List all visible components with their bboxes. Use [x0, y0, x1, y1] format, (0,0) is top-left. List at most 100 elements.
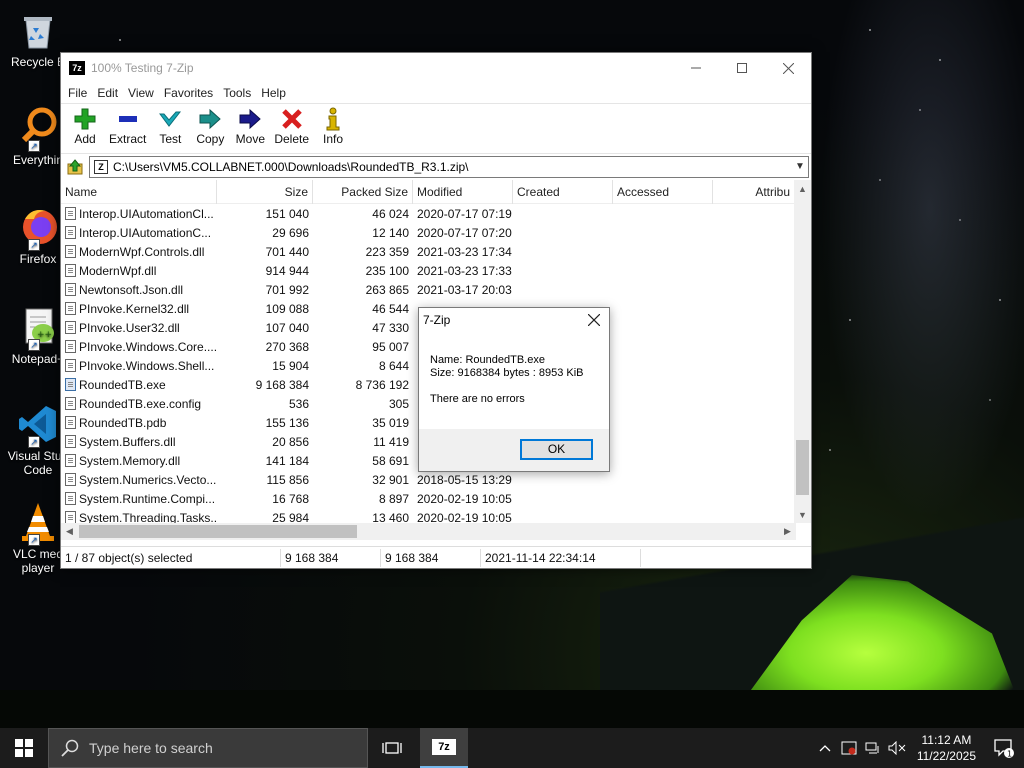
file-icon	[65, 473, 76, 486]
add-button[interactable]: Add	[65, 104, 105, 146]
menu-favorites[interactable]: Favorites	[159, 86, 218, 100]
defender-shield-icon[interactable]	[837, 728, 861, 768]
maximize-button[interactable]	[719, 53, 765, 83]
search-placeholder: Type here to search	[89, 740, 213, 756]
sevenzip-app-icon: 7z	[69, 61, 85, 75]
menu-file[interactable]: File	[63, 86, 92, 100]
taskbar-search-box[interactable]: Type here to search	[48, 728, 368, 768]
cell-name: System.Runtime.Compi...	[61, 492, 217, 506]
menu-tools[interactable]: Tools	[218, 86, 256, 100]
info-icon	[319, 107, 347, 131]
wallpaper-milky-way	[820, 0, 1024, 520]
file-name: System.Buffers.dll	[79, 434, 176, 449]
column-header-name[interactable]: Name	[61, 180, 217, 204]
path-combobox[interactable]: Z C:\Users\VM5.COLLABNET.000\Downloads\R…	[89, 155, 809, 178]
extract-button[interactable]: Extract	[105, 104, 150, 146]
vscode-icon: ↗	[16, 402, 60, 448]
table-row[interactable]: Interop.UIAutomationC... 29 696 12 140 2020…	[61, 223, 811, 242]
action-center-button[interactable]: 1	[984, 728, 1024, 768]
dialog-name-line: Name: RoundedTB.exe	[430, 354, 545, 366]
table-row[interactable]: Interop.UIAutomationCl... 151 040 46 024 20…	[61, 204, 811, 223]
cell-packed-size: 95 007	[372, 339, 409, 354]
file-name: PInvoke.Kernel32.dll	[79, 301, 190, 316]
task-view-icon	[382, 742, 402, 754]
chevron-down-icon[interactable]: ▼	[792, 161, 808, 172]
status-bar: 1 / 87 object(s) selected 9 168 384 9 16…	[61, 546, 811, 568]
start-button[interactable]	[0, 728, 48, 768]
vlc-cone-icon: ↗	[16, 500, 60, 546]
cell-size: 107 040	[265, 320, 309, 335]
file-name: RoundedTB.pdb	[79, 415, 167, 430]
clock[interactable]: 11:12 AM 11/22/2025	[909, 732, 984, 764]
volume-muted-icon[interactable]	[885, 728, 909, 768]
cell-size: 701 992	[265, 282, 309, 297]
column-header-modified[interactable]: Modified	[413, 180, 513, 204]
ok-button[interactable]: OK	[520, 439, 593, 460]
file-name: Interop.UIAutomationC...	[79, 225, 212, 240]
dialog-title-bar[interactable]: 7-Zip	[419, 308, 609, 332]
cell-packed-size: 58 691	[372, 453, 409, 468]
scroll-up-icon[interactable]: ▲	[794, 180, 811, 197]
show-hidden-icons-chevron-icon[interactable]	[813, 728, 837, 768]
table-row[interactable]: System.Numerics.Vecto... 115 856 32 901 201…	[61, 470, 811, 489]
cell-packed-size: 8 897	[378, 491, 409, 506]
cell-size: 16 768	[272, 491, 309, 506]
title-bar[interactable]: 7z 100% Testing 7-Zip	[61, 53, 811, 83]
column-header-created[interactable]: Created	[513, 180, 613, 204]
table-row[interactable]: ModernWpf.dll 914 944 235 100 2021-03-23 17…	[61, 261, 811, 280]
column-header-size[interactable]: Size	[217, 180, 313, 204]
cell-packed-size: 46 024	[372, 206, 409, 221]
info-button[interactable]: Info	[313, 104, 353, 146]
cell-packed-size: 35 019	[372, 415, 409, 430]
cell-size: 20 856	[272, 434, 309, 449]
dialog-close-button[interactable]	[579, 308, 609, 332]
menu-bar: File Edit View Favorites Tools Help	[61, 83, 811, 103]
file-icon	[65, 454, 76, 467]
file-name: RoundedTB.exe.config	[79, 396, 202, 411]
file-icon	[65, 207, 76, 220]
dialog-size-line: Size: 9168384 bytes : 8953 KiB	[430, 367, 584, 379]
minus-icon	[114, 107, 142, 131]
scroll-right-icon[interactable]: ▶	[779, 526, 796, 537]
file-name: Interop.UIAutomationCl...	[79, 206, 214, 221]
column-header-packed-size[interactable]: Packed Size	[313, 180, 413, 204]
menu-help[interactable]: Help	[256, 86, 291, 100]
menu-edit[interactable]: Edit	[92, 86, 123, 100]
clock-date: 11/22/2025	[916, 749, 976, 763]
scroll-down-icon[interactable]: ▼	[794, 506, 811, 523]
file-icon	[65, 302, 76, 315]
vertical-scroll-thumb[interactable]	[796, 440, 809, 495]
cell-size: 109 088	[265, 301, 309, 316]
cell-name: Interop.UIAutomationCl...	[61, 207, 217, 221]
table-row[interactable]: ModernWpf.Controls.dll 701 440 223 359 2021…	[61, 242, 811, 261]
minimize-button[interactable]	[673, 53, 719, 83]
test-button[interactable]: Test	[150, 104, 190, 146]
task-view-button[interactable]	[368, 728, 416, 768]
up-folder-button[interactable]	[61, 155, 89, 179]
taskbar-app-7zip[interactable]: 7z	[420, 728, 468, 768]
horizontal-scroll-thumb[interactable]	[79, 525, 357, 538]
file-icon	[65, 397, 76, 410]
table-row[interactable]: System.Runtime.Compi... 16 768 8 897 2020-0…	[61, 489, 811, 508]
close-button[interactable]	[765, 53, 811, 83]
file-name: Newtonsoft.Json.dll	[79, 282, 184, 297]
move-button[interactable]: Move	[230, 104, 270, 146]
menu-view[interactable]: View	[123, 86, 159, 100]
cell-size: 141 184	[265, 453, 309, 468]
copy-button[interactable]: Copy	[190, 104, 230, 146]
table-row[interactable]: Newtonsoft.Json.dll 701 992 263 865 2021-03…	[61, 280, 811, 299]
dialog-footer: OK	[419, 429, 609, 471]
cell-name: System.Buffers.dll	[61, 435, 217, 449]
vertical-scrollbar[interactable]: ▲ ▼	[794, 180, 811, 523]
column-header-accessed[interactable]: Accessed	[613, 180, 713, 204]
cell-packed-size: 11 419	[373, 434, 409, 449]
cell-size: 270 368	[265, 339, 309, 354]
network-icon[interactable]	[861, 728, 885, 768]
horizontal-scrollbar[interactable]: ◀ ▶	[61, 523, 796, 540]
cell-modified: 2021-03-23 17:34	[417, 244, 512, 259]
column-header-attributes[interactable]: Attribu	[713, 180, 795, 204]
scroll-left-icon[interactable]: ◀	[61, 526, 78, 537]
file-name: ModernWpf.dll	[79, 263, 157, 278]
delete-button[interactable]: Delete	[270, 104, 313, 146]
file-icon	[65, 435, 76, 448]
